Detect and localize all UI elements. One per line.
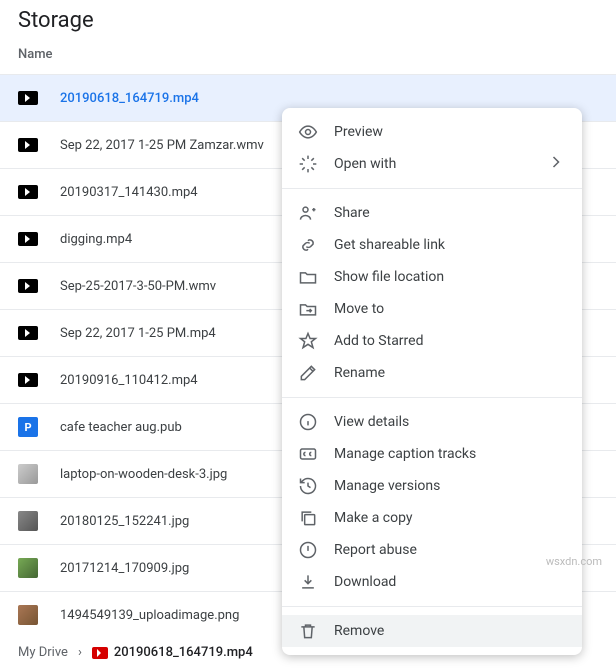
menu-label: Add to Starred [334,333,423,349]
pencil-icon [298,363,318,383]
menu-divider [282,188,582,189]
menu-remove[interactable]: Remove [282,615,582,647]
menu-label: Share [334,205,370,221]
menu-label: Make a copy [334,510,413,526]
menu-label: Rename [334,365,385,381]
menu-open-with[interactable]: Open with [282,148,582,180]
menu-download[interactable]: Download [282,566,582,598]
menu-get-link[interactable]: Get shareable link [282,229,582,261]
menu-label: Get shareable link [334,237,445,253]
jpg2-file-icon [18,511,38,531]
move-icon [298,299,318,319]
jpg3-file-icon [18,558,38,578]
file-name: Sep 22, 2017 1-25 PM Zamzar.wmv [60,138,264,153]
video-icon [92,647,108,659]
video-file-icon [18,182,38,202]
menu-captions[interactable]: Manage caption tracks [282,438,582,470]
file-name: 20190618_164719.mp4 [60,91,199,106]
video-file-icon [18,370,38,390]
menu-label: Open with [334,156,396,172]
download-icon [298,572,318,592]
menu-label: Remove [334,623,384,639]
menu-label: Manage versions [334,478,440,494]
name-column-header[interactable]: Name [18,47,53,62]
chevron-right-icon: › [78,645,82,660]
menu-divider [282,606,582,607]
file-name: cafe teacher aug.pub [60,420,182,435]
menu-label: Show file location [334,269,444,285]
video-file-icon [18,135,38,155]
file-name: laptop-on-wooden-desk-3.jpg [60,467,227,482]
menu-label: View details [334,414,409,430]
chevron-right-icon [546,152,566,176]
file-name: 20190916_110412.mp4 [60,373,198,388]
folder-icon [298,267,318,287]
page-title: Storage [0,0,616,47]
trash-icon [298,621,318,641]
file-name: 20190317_141430.mp4 [60,185,198,200]
menu-label: Move to [334,301,384,317]
menu-label: Manage caption tracks [334,446,476,462]
person-add-icon [298,203,318,223]
menu-view-details[interactable]: View details [282,406,582,438]
star-icon [298,331,318,351]
open-with-icon [298,154,318,174]
menu-versions[interactable]: Manage versions [282,470,582,502]
video-file-icon [18,229,38,249]
menu-report[interactable]: Report abuse [282,534,582,566]
menu-copy[interactable]: Make a copy [282,502,582,534]
list-header: Name [0,47,616,74]
menu-rename[interactable]: Rename [282,357,582,389]
file-name: 1494549139_uploadimage.png [60,608,239,623]
menu-preview[interactable]: Preview [282,116,582,148]
menu-move-to[interactable]: Move to [282,293,582,325]
video-file-icon [18,276,38,296]
info-icon [298,412,318,432]
copy-icon [298,508,318,528]
watermark: wsxdn.com [546,555,602,568]
menu-share[interactable]: Share [282,197,582,229]
menu-add-starred[interactable]: Add to Starred [282,325,582,357]
menu-label: Report abuse [334,542,417,558]
file-name: 20171214_170909.jpg [60,561,189,576]
breadcrumb-root[interactable]: My Drive [18,645,68,660]
link-icon [298,235,318,255]
menu-divider [282,397,582,398]
report-icon [298,540,318,560]
breadcrumb-current[interactable]: 20190618_164719.mp4 [92,645,253,660]
cc-icon [298,444,318,464]
breadcrumb-current-label: 20190618_164719.mp4 [114,645,253,660]
menu-label: Download [334,574,396,590]
file-name: 20180125_152241.jpg [60,514,189,529]
breadcrumb: My Drive › 20190618_164719.mp4 [18,645,253,660]
menu-show-location[interactable]: Show file location [282,261,582,293]
history-icon [298,476,318,496]
menu-label: Preview [334,124,383,140]
file-name: Sep-25-2017-3-50-PM.wmv [60,279,216,294]
video-file-icon [18,88,38,108]
file-name: Sep 22, 2017 1-25 PM.mp4 [60,326,216,341]
video-file-icon [18,323,38,343]
jpg1-file-icon [18,464,38,484]
file-name: digging.mp4 [60,232,132,247]
pub-file-icon: P [18,417,38,437]
png-file-icon [18,605,38,625]
eye-icon [298,122,318,142]
context-menu: Preview Open with Share Get shareable li… [282,108,582,655]
